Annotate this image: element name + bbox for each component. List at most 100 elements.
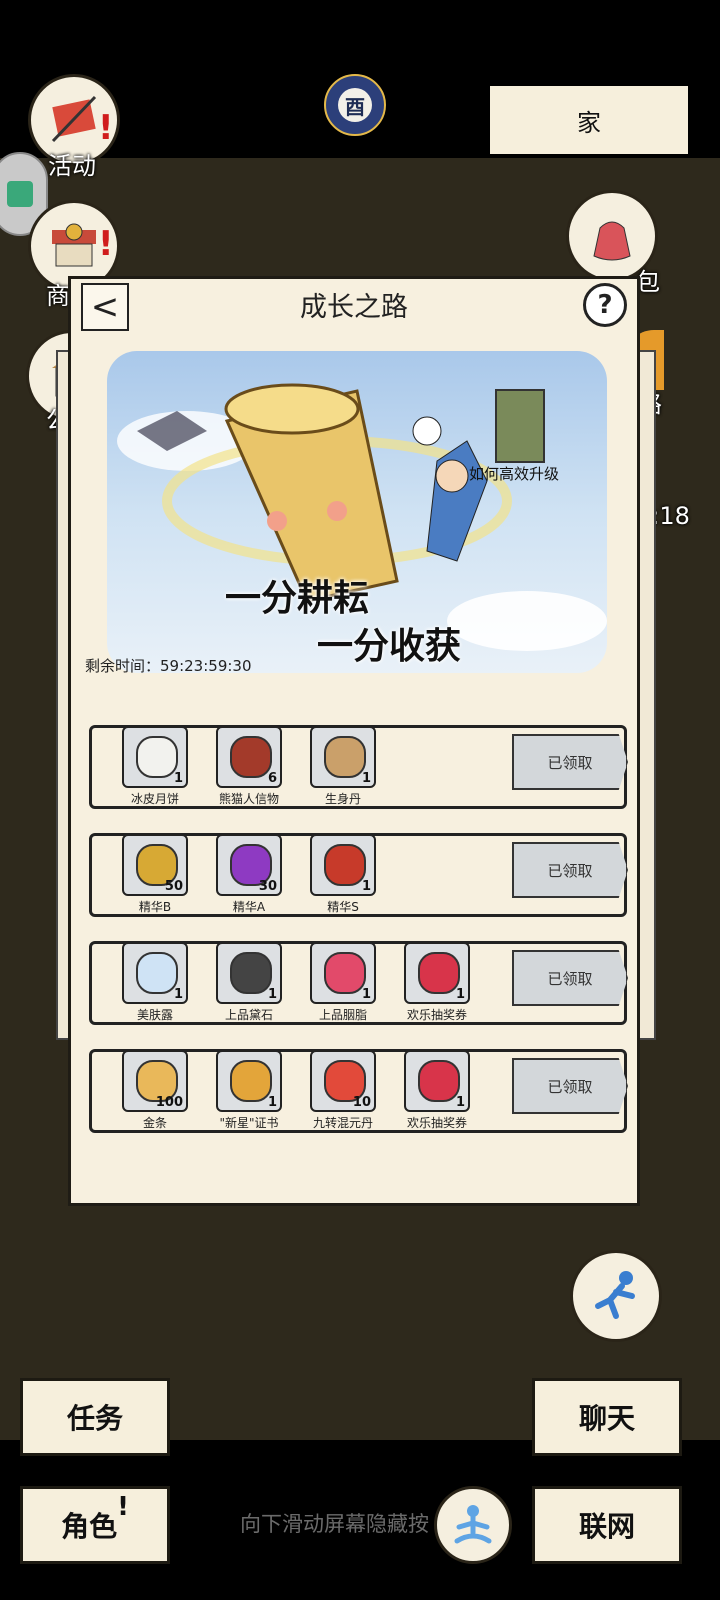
home-label: 家 [577,108,601,137]
shop-alert: ! [98,224,114,264]
reward-item-icon: 1 [216,1050,282,1112]
reward-item-icon: 1 [310,942,376,1004]
run-button[interactable] [570,1250,662,1342]
reward-item-name: 上品黛石 [224,1008,273,1022]
reward-item[interactable]: 1 上品黛石 [216,942,282,1023]
home-button[interactable]: 家 [490,86,688,154]
reward-item-icon: 1 [216,942,282,1004]
shop-label: 商 [46,282,70,310]
reward-item-count: 1 [455,987,465,1002]
upgrade-guide-book[interactable] [495,389,545,463]
reward-item[interactable]: 1 美肤露 [122,942,188,1023]
promo-banner: 如何高效升级 一分耕耘 一分收获 [107,351,607,673]
reward-item-count: 1 [361,879,371,894]
reward-item[interactable]: 10 九转混元丹 [310,1050,376,1131]
reward-item-name: 精华B [138,900,172,914]
reward-row: 100 金条 1 "新星"证书 10 九转混元丹 1 欢乐抽奖券 已领取 [89,1049,628,1133]
reward-item-count: 1 [361,771,371,786]
chat-button[interactable]: 聊天 [532,1378,682,1456]
claimed-button[interactable]: 已领取 [512,842,628,898]
reward-item-name: 欢乐抽奖券 [406,1008,467,1022]
reward-item-name: 熊猫人信物 [218,792,279,806]
claimed-button[interactable]: 已领取 [512,1058,628,1114]
item-art [230,736,272,778]
running-figure-icon [595,1271,635,1319]
reward-item-icon: 1 [122,726,188,788]
reward-item-count: 10 [352,1095,371,1110]
chat-label: 聊天 [578,1402,635,1435]
reward-item-icon: 10 [310,1050,376,1112]
reward-item-icon: 1 [310,726,376,788]
claimed-button[interactable]: 已领取 [512,734,628,790]
reward-item[interactable]: 1 冰皮月饼 [122,726,188,807]
reward-item-count: 1 [173,771,183,786]
dialog-title: 成长之路 [300,292,408,323]
reward-item-icon: 50 [122,834,188,896]
reward-item-icon: 1 [310,834,376,896]
reward-item-icon: 1 [404,942,470,1004]
time-of-day-badge: 酉 [324,74,386,136]
reward-item-name: 冰皮月饼 [130,792,179,806]
gift-bag-icon [593,221,631,261]
role-label: 角色 [61,1510,118,1543]
flag-icon [51,95,97,143]
reward-item[interactable]: 1 "新星"证书 [216,1050,282,1131]
role-alert: ! [117,1492,129,1522]
reward-item[interactable]: 1 欢乐抽奖券 [404,1050,470,1131]
help-icon: ? [597,290,613,320]
item-art [136,952,178,994]
activity-alert: ! [98,108,114,148]
reward-item[interactable]: 100 金条 [122,1050,188,1131]
reward-item-name: 精华A [232,900,266,914]
item-art [324,844,366,886]
claimed-button[interactable]: 已领取 [512,950,628,1006]
meditation-icon [454,1505,492,1544]
reward-item-name: "新星"证书 [219,1116,279,1130]
reward-item-icon: 1 [122,942,188,1004]
reward-item-name: 美肤露 [136,1008,173,1022]
reward-item-name: 欢乐抽奖券 [406,1116,467,1130]
hide-buttons-hint: 向下滑动屏幕隐藏按 [240,1512,429,1536]
item-art [136,736,178,778]
item-art [324,952,366,994]
reward-item-name: 九转混元丹 [312,1116,373,1130]
upgrade-guide-label[interactable]: 如何高效升级 [469,463,559,484]
activity-label: 活动 [48,152,96,180]
reward-item[interactable]: 6 熊猫人信物 [216,726,282,807]
reward-item-icon: 1 [404,1050,470,1112]
network-button[interactable]: 联网 [532,1486,682,1564]
role-button[interactable]: 角色 ! [20,1486,170,1564]
reward-item-icon: 30 [216,834,282,896]
help-button[interactable]: ? [583,283,627,327]
reward-item-count: 100 [155,1095,183,1110]
clock-glyph: 酉 [338,88,372,122]
reward-item[interactable]: 1 精华S [310,834,376,915]
reward-item[interactable]: 1 上品胭脂 [310,942,376,1023]
item-art [230,952,272,994]
reward-row: 1 美肤露 1 上品黛石 1 上品胭脂 1 欢乐抽奖券 已领取 [89,941,628,1025]
reward-item-name: 上品胭脂 [318,1008,367,1022]
item-art [418,1060,460,1102]
reward-item[interactable]: 1 生身丹 [310,726,376,807]
task-button[interactable]: 任务 [20,1378,170,1456]
reward-item-count: 30 [258,879,277,894]
reward-item-count: 1 [361,987,371,1002]
slogan-line-1: 一分耕耘 [225,577,370,619]
reward-item[interactable]: 1 欢乐抽奖券 [404,942,470,1023]
shop-stall-icon [52,223,96,267]
meditate-button[interactable] [434,1486,512,1564]
growth-road-dialog: < 成长之路 ? 如何高效升级 一分耕耘 一分收获 剩余时间：59:23:59:… [68,276,640,1206]
item-art [418,952,460,994]
reward-row: 1 冰皮月饼 6 熊猫人信物 1 生身丹 已领取 [89,725,628,809]
reward-item-icon: 6 [216,726,282,788]
network-label: 联网 [578,1510,635,1543]
reward-item-count: 1 [267,987,277,1002]
item-art [324,736,366,778]
reward-item-count: 1 [455,1095,465,1110]
reward-item[interactable]: 30 精华A [216,834,282,915]
reward-item-count: 6 [267,771,277,786]
reward-item[interactable]: 50 精华B [122,834,188,915]
reward-item-icon: 100 [122,1050,188,1112]
reward-item-name: 金条 [142,1116,167,1130]
task-label: 任务 [66,1402,123,1435]
